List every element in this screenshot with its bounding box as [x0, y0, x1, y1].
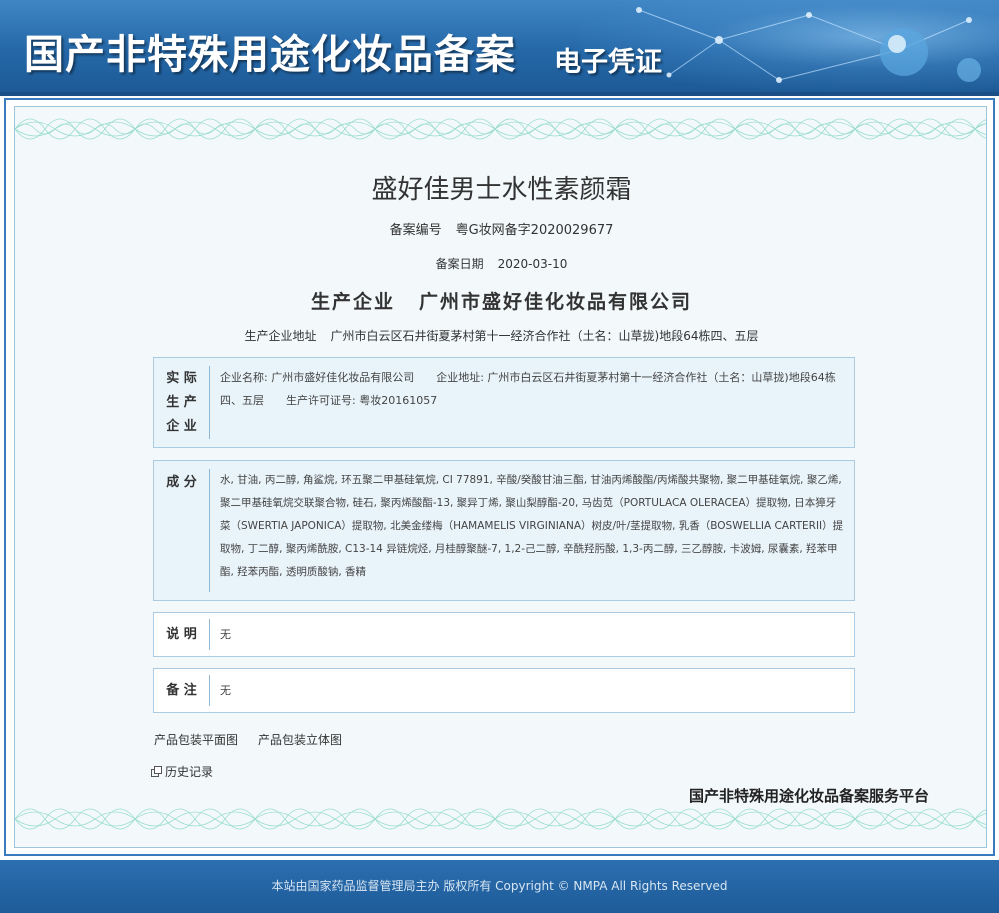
- date-line: 备案日期 2020-03-10: [15, 255, 986, 272]
- notes-label: 说 明: [154, 619, 210, 650]
- remarks-box: 备 注 无: [153, 668, 855, 713]
- certificate-frame: 盛好佳男士水性素颜霜 备案编号 粤G妆网备字2020029677 备案日期 2020…: [4, 98, 995, 856]
- remarks-label: 备 注: [154, 675, 210, 706]
- company-line: 生产企业 广州市盛好佳化妆品有限公司: [15, 287, 986, 314]
- company-label: 生产企业: [310, 291, 395, 313]
- address-label: 生产企业地址: [244, 329, 317, 343]
- flat-image-link[interactable]: 产品包装平面图: [154, 733, 238, 747]
- registration-label: 备案编号: [389, 223, 442, 238]
- company-name: 广州市盛好佳化妆品有限公司: [419, 291, 693, 313]
- history-link[interactable]: 历史记录: [151, 763, 213, 780]
- packaging-links: 产品包装平面图 产品包装立体图: [154, 731, 362, 748]
- actual-producer-text: 企业名称: 广州市盛好佳化妆品有限公司 企业地址: 广州市白云区石井街夏茅村第十…: [220, 371, 836, 407]
- address-value: 广州市白云区石井街夏茅村第十一经济合作社（土名：山草拢)地段64栋四、五层: [330, 329, 759, 343]
- header-banner: 国产非特殊用途化妆品备案 电子凭证: [0, 0, 999, 92]
- header-strip: [0, 92, 999, 96]
- ingredients-box: 成 分 水, 甘油, 丙二醇, 角鲨烷, 环五聚二甲基硅氧烷, CI 77891…: [153, 460, 855, 601]
- actual-producer-label: 实 际 生 产 企 业: [154, 366, 210, 439]
- registration-line: 备案编号 粤G妆网备字2020029677: [15, 219, 986, 238]
- date-value: 2020-03-10: [497, 257, 568, 271]
- ingredients-text: 水, 甘油, 丙二醇, 角鲨烷, 环五聚二甲基硅氧烷, CI 77891, 辛酸…: [220, 474, 844, 578]
- date-label: 备案日期: [435, 257, 484, 271]
- registration-number: 粤G妆网备字2020029677: [455, 223, 614, 238]
- actual-producer-box: 实 际 生 产 企 业 企业名称: 广州市盛好佳化妆品有限公司 企业地址: 广州…: [153, 357, 855, 448]
- footer: 本站由国家药品监督管理局主办 版权所有 Copyright © NMPA All…: [0, 860, 999, 913]
- notes-text: 无: [220, 628, 231, 641]
- page-title: 国产非特殊用途化妆品备案: [24, 31, 516, 78]
- notes-box: 说 明 无: [153, 612, 855, 657]
- remarks-text: 无: [220, 684, 231, 697]
- history-label: 历史记录: [165, 765, 214, 779]
- history-icon: [151, 766, 162, 777]
- product-name: 盛好佳男士水性素颜霜: [371, 175, 632, 205]
- page-subtitle: 电子凭证: [554, 47, 662, 78]
- certificate-content: 盛好佳男士水性素颜霜 备案编号 粤G妆网备字2020029677 备案日期 2020…: [15, 107, 986, 847]
- address-line: 生产企业地址 广州市白云区石井街夏茅村第十一经济合作社（土名：山草拢)地段64栋四…: [15, 327, 986, 344]
- three-d-image-link[interactable]: 产品包装立体图: [258, 733, 342, 747]
- certificate-panel: 盛好佳男士水性素颜霜 备案编号 粤G妆网备字2020029677 备案日期 2020…: [14, 106, 987, 848]
- footer-copyright: 本站由国家药品监督管理局主办 版权所有 Copyright © NMPA All…: [271, 879, 728, 893]
- platform-name: 国产非特殊用途化妆品备案服务平台: [689, 787, 930, 805]
- ingredients-label: 成 分: [154, 469, 210, 592]
